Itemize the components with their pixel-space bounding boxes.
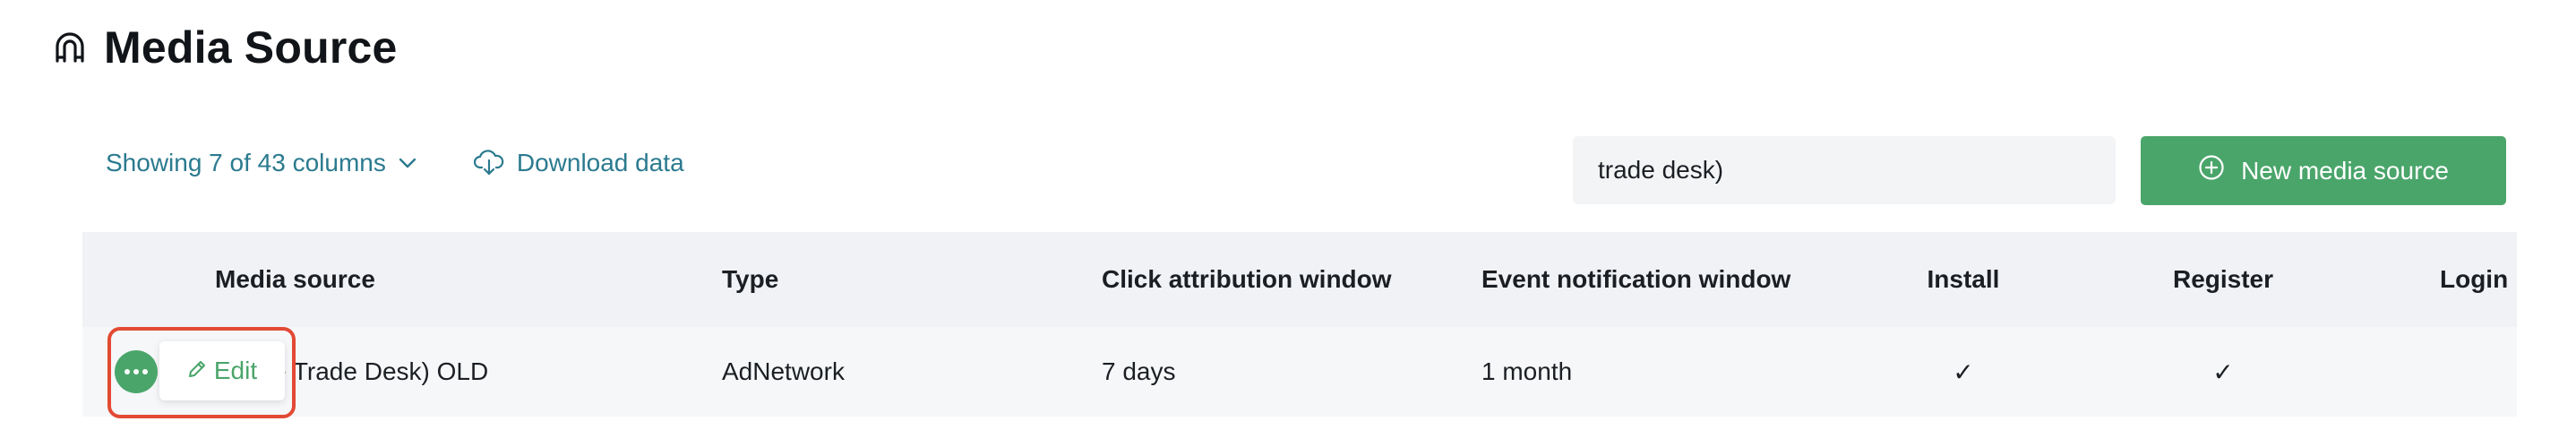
page-header: Media Source [52,22,398,73]
column-header-event-notification-window[interactable]: Event notification window [1481,232,1790,327]
column-header-install[interactable]: Install [1910,232,2017,327]
new-media-source-label: New media source [2241,156,2449,185]
media-source-page: Media Source Showing 7 of 43 columns Dow… [0,0,2576,430]
new-media-source-button[interactable]: New media source [2141,136,2506,205]
magnet-icon [52,30,88,65]
cell-install-checkmark: ✓ [1953,357,1974,386]
plus-circle-icon [2198,154,2225,187]
table-toolbar: Showing 7 of 43 columns Download data [106,149,684,177]
column-header-media-source[interactable]: Media source [215,232,375,327]
chevron-down-icon [399,158,416,168]
row-action-highlight [107,327,296,418]
column-header-register[interactable]: Register [2160,232,2286,327]
download-data-button[interactable]: Download data [473,149,684,177]
media-source-table: Media source Type Click attribution wind… [82,232,2517,430]
column-header-click-attribution-window[interactable]: Click attribution window [1102,232,1392,327]
column-selector-label: Showing 7 of 43 columns [106,149,386,176]
table-row[interactable]: (The Trade Desk) OLD AdNetwork 7 days 1 … [82,327,2517,417]
column-header-type[interactable]: Type [722,232,778,327]
table-header-row: Media source Type Click attribution wind… [82,232,2517,327]
column-selector-button[interactable]: Showing 7 of 43 columns [106,149,416,177]
cell-register-checkmark: ✓ [2212,357,2234,386]
cell-type: AdNetwork [722,357,845,385]
download-data-label: Download data [516,149,684,176]
page-title: Media Source [104,22,398,73]
cell-event-notification-window: 1 month [1481,357,1573,385]
cloud-download-icon [473,150,504,176]
cell-click-attribution-window: 7 days [1102,357,1176,385]
column-header-login[interactable]: Login [2440,232,2508,327]
search-input[interactable] [1573,136,2116,204]
